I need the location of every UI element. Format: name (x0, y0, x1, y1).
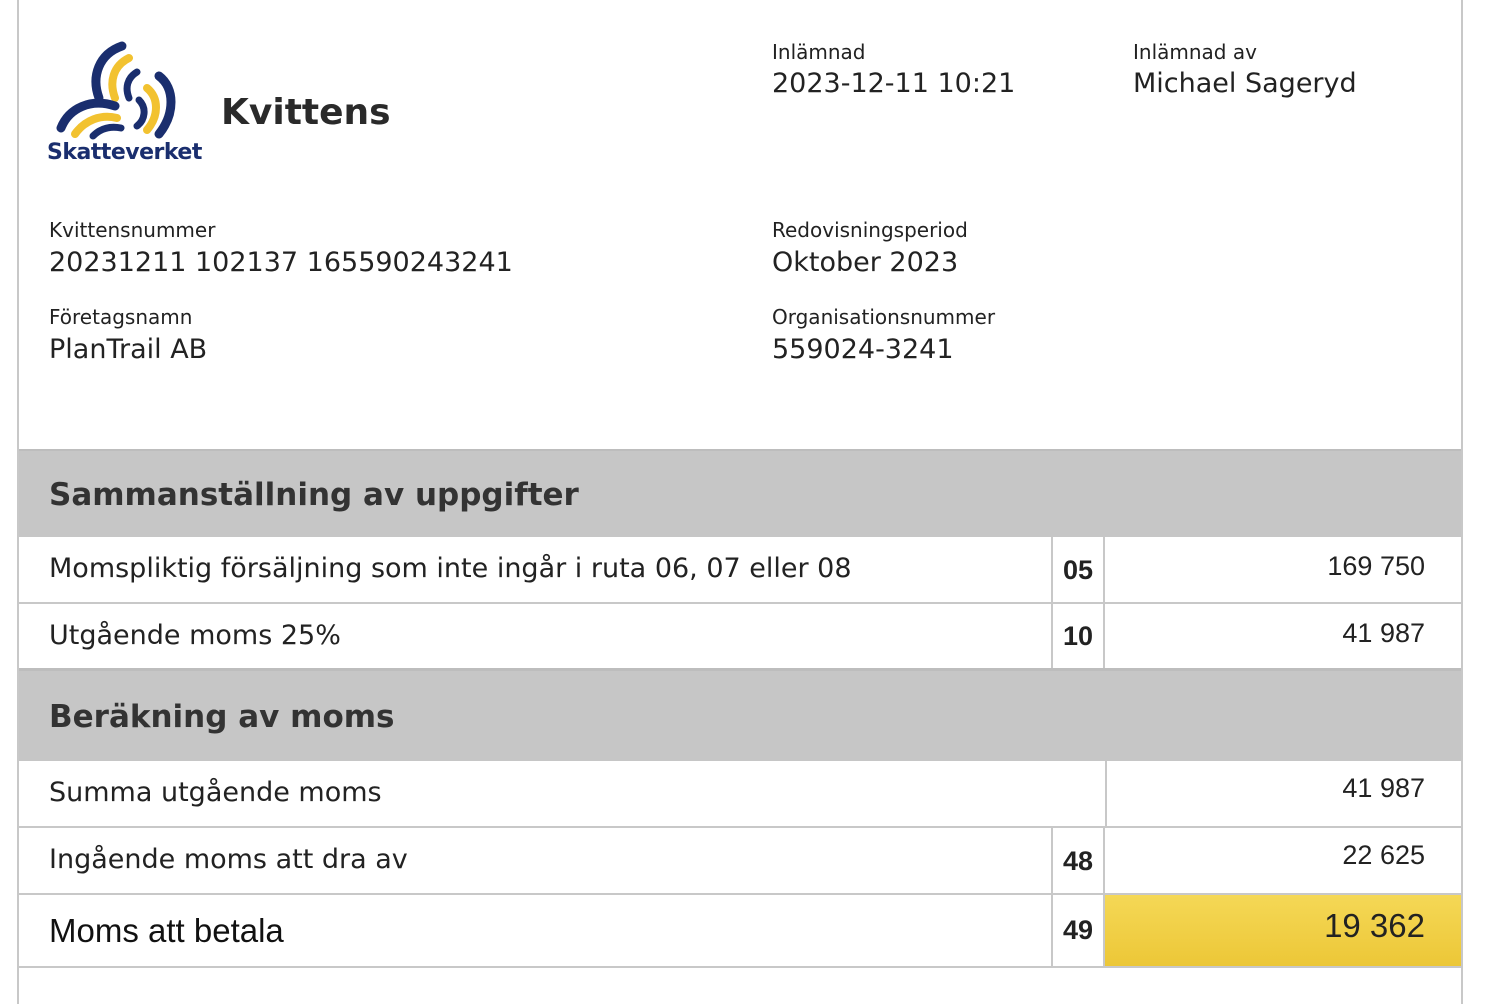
company-name-value: PlanTrail AB (49, 334, 208, 365)
summary-section-title: Sammanställning av uppgifter (49, 477, 579, 513)
receipt-sheet: Skatteverket Kvittens Inlämnad 2023-12-1… (17, 0, 1463, 1004)
row-amount: 22 625 (1342, 840, 1425, 870)
skatteverket-logo: Skatteverket (47, 36, 202, 171)
company-name-label: Företagsnamn (49, 305, 193, 329)
receipt-number-value: 20231211 102137 165590243241 (49, 247, 513, 278)
row-description: Ingående moms att dra av (49, 844, 408, 875)
table-row: Summa utgående moms 41 987 (19, 761, 1461, 828)
logo-text: Skatteverket (47, 140, 202, 165)
table-row: Momspliktig försäljning som inte ingår i… (19, 537, 1461, 604)
row-description: Summa utgående moms (49, 777, 382, 808)
row-code: 10 (1051, 604, 1105, 668)
row-code: 48 (1051, 828, 1105, 893)
page-title: Kvittens (221, 92, 391, 133)
submitted-value: 2023-12-11 10:21 (772, 68, 1016, 99)
calc-section-title: Beräkning av moms (49, 699, 395, 735)
row-amount: 41 987 (1342, 618, 1425, 648)
total-amount: 19 362 (1105, 895, 1461, 966)
total-row: Moms att betala 49 19 362 (19, 895, 1461, 968)
table-row: Ingående moms att dra av 48 22 625 (19, 828, 1461, 895)
period-label: Redovisningsperiod (772, 218, 968, 242)
summary-section-header: Sammanställning av uppgifter (19, 449, 1461, 537)
period-value: Oktober 2023 (772, 247, 959, 278)
logo-swirl-icon (56, 41, 176, 140)
row-description: Utgående moms 25% (49, 620, 341, 651)
total-description: Moms att betala (49, 912, 284, 949)
table-row: Utgående moms 25% 10 41 987 (19, 604, 1461, 671)
row-amount: 41 987 (1105, 761, 1461, 826)
submitted-by-value: Michael Sageryd (1133, 68, 1357, 99)
row-amount: 169 750 (1327, 551, 1425, 581)
submitted-label: Inlämnad (772, 40, 866, 64)
row-description: Momspliktig försäljning som inte ingår i… (49, 553, 852, 584)
calc-section-header: Beräkning av moms (19, 671, 1461, 761)
row-code: 05 (1051, 537, 1105, 602)
total-code: 49 (1051, 895, 1105, 966)
receipt-number-label: Kvittensnummer (49, 218, 216, 242)
org-number-value: 559024-3241 (772, 334, 954, 365)
submitted-by-label: Inlämnad av (1133, 40, 1257, 64)
org-number-label: Organisationsnummer (772, 305, 996, 329)
